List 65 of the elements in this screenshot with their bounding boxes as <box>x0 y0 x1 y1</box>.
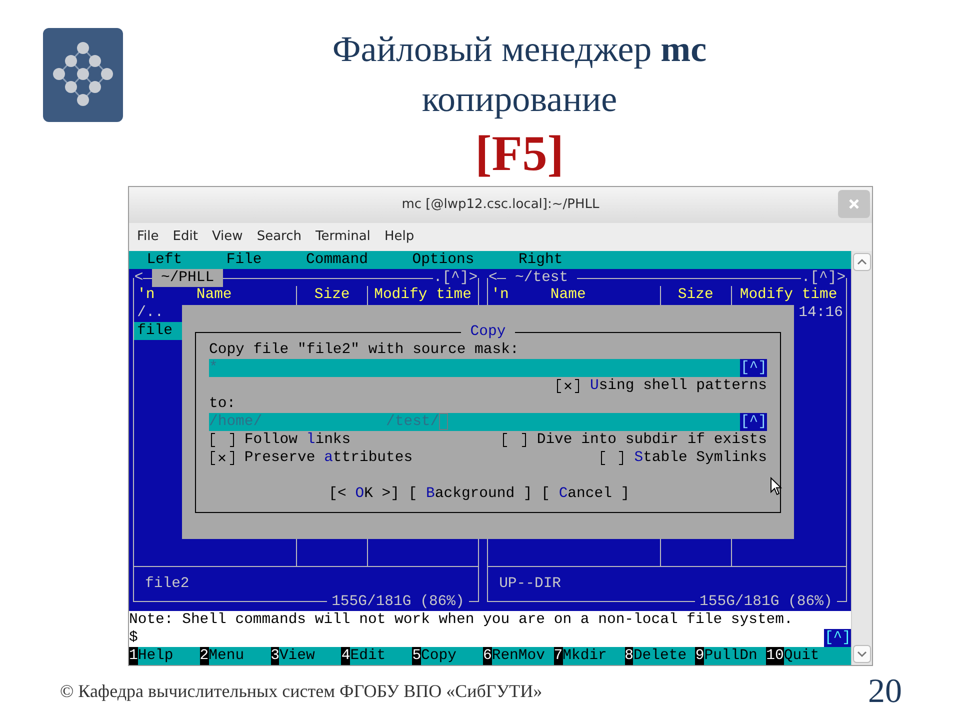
field-label: to: <box>209 395 236 413</box>
menu-item[interactable]: File <box>226 251 262 269</box>
function-key[interactable]: 9PullDn <box>695 647 766 665</box>
column-header[interactable]: 'n <box>491 286 509 304</box>
mini-status: UP--DIR <box>499 576 562 592</box>
column-header[interactable]: Name <box>550 286 586 304</box>
scroll-up-icon[interactable] <box>853 253 871 271</box>
menu-item[interactable]: Command <box>306 251 368 269</box>
page-number: 20 <box>868 672 902 712</box>
panel-history-control[interactable]: .[^]> <box>433 269 478 287</box>
dialog-button[interactable]: [ Background ] <box>408 485 532 503</box>
slide-footer: © Кафедра вычислительных систем ФГОБУ ВПО «СибГУТИ» <box>60 678 542 704</box>
scroll-down-icon[interactable] <box>853 645 871 663</box>
panel-path: ~/PHLL <box>152 269 223 287</box>
shell-prompt: $ <box>129 629 138 647</box>
history-button[interactable]: [^] <box>824 629 851 647</box>
column-header[interactable]: 'n <box>137 286 155 304</box>
disk-usage: 155G/181G (86%) <box>695 593 837 611</box>
checkbox[interactable]: Stable Symlinks <box>598 449 767 467</box>
scrollbar[interactable] <box>851 251 872 665</box>
menu-item[interactable]: Search <box>256 227 302 247</box>
dialog-button[interactable]: [< OK >] <box>328 485 400 503</box>
function-key[interactable]: 3View <box>270 647 342 665</box>
checkbox[interactable]: Dive into subdir if exists <box>501 431 767 449</box>
check-mark-icon <box>564 382 572 390</box>
menu-item[interactable]: Options <box>412 251 474 269</box>
key-caption: [F5] <box>475 124 564 182</box>
field-label: Copy file "file2" with source mask: <box>209 341 519 359</box>
check-mark-icon <box>218 454 226 462</box>
menu-item[interactable]: Help <box>384 227 414 247</box>
function-key[interactable]: 2Menu <box>200 647 271 665</box>
panel-history-control[interactable]: .[^]> <box>801 269 846 287</box>
close-icon <box>848 198 860 210</box>
column-header[interactable]: Size <box>297 286 367 304</box>
function-key[interactable]: 8Delete <box>624 647 696 665</box>
disk-usage: 155G/181G (86%) <box>327 593 469 611</box>
column-header[interactable]: Name <box>196 286 232 304</box>
function-key[interactable]: 10Quit <box>766 647 851 665</box>
checkbox[interactable]: Preserve attributes <box>209 449 413 467</box>
menu-item[interactable]: File <box>137 227 159 247</box>
menu-item[interactable]: Terminal <box>315 227 370 247</box>
mini-status: file2 <box>145 576 190 592</box>
history-button[interactable]: [^] <box>740 359 767 377</box>
slide-title: Файловый менеджер mc <box>332 28 707 71</box>
column-header[interactable]: Modify time <box>368 286 478 304</box>
menu-item[interactable]: Right <box>518 251 563 269</box>
column-header[interactable]: Size <box>660 286 731 304</box>
function-key[interactable]: 4Edit <box>341 647 412 665</box>
function-key[interactable]: 5Copy <box>412 647 483 665</box>
menu-item[interactable]: Left <box>146 251 182 269</box>
dialog-title: Copy <box>461 323 515 341</box>
slide-subtitle: копирование <box>422 78 618 121</box>
function-key[interactable]: 1Help <box>129 647 200 665</box>
logo-icon <box>43 28 123 122</box>
function-key[interactable]: 7Mkdir <box>554 647 625 665</box>
checkbox[interactable]: Using shell patterns <box>554 377 767 395</box>
menu-item[interactable]: View <box>212 227 243 247</box>
history-button[interactable]: [^] <box>740 413 767 431</box>
text-cursor-icon <box>439 413 448 430</box>
column-header[interactable]: Modify time <box>732 286 846 304</box>
menu-item[interactable]: Edit <box>172 227 198 247</box>
function-key[interactable]: 6RenMov <box>482 647 554 665</box>
checkbox[interactable]: Follow links <box>209 431 351 449</box>
dialog-button[interactable]: [ Cancel ] <box>541 485 630 503</box>
window-title: mc [@lwp12.csc.local]:~/PHLL <box>402 196 600 214</box>
